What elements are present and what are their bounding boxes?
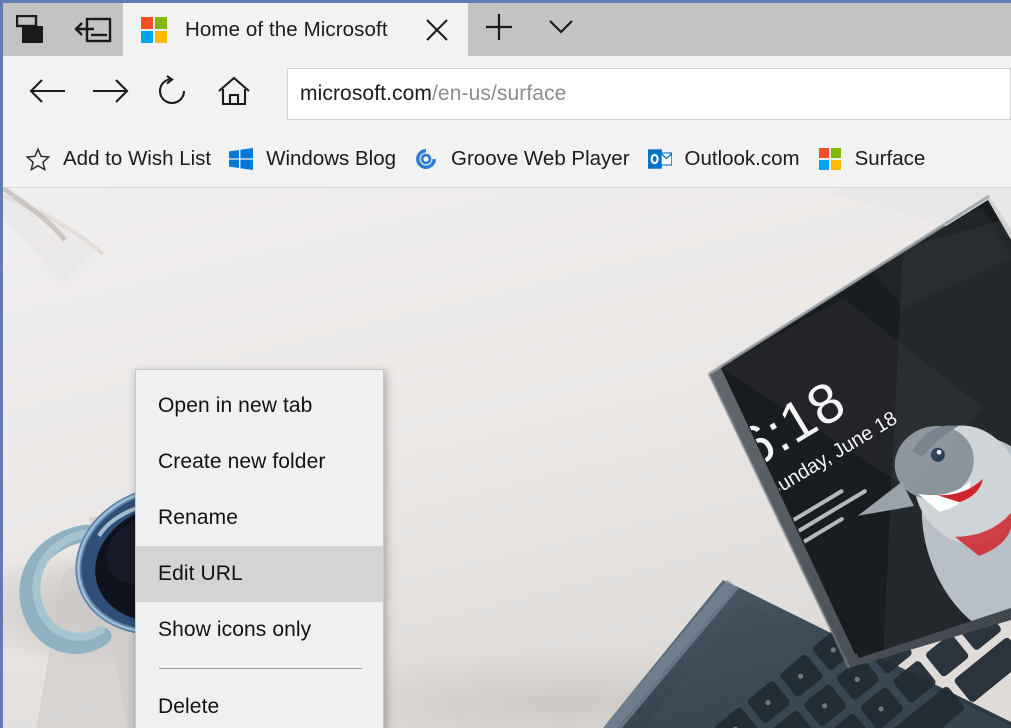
- context-menu-item-show-icons-only[interactable]: Show icons only: [136, 602, 383, 658]
- forward-button[interactable]: [79, 63, 141, 125]
- context-menu-item-label: Rename: [158, 506, 238, 529]
- context-menu-item-delete[interactable]: Delete: [136, 679, 383, 728]
- page-content-area[interactable]: 6:18 Sunday, June 18 Open in new tab Cre…: [3, 188, 1011, 728]
- home-button[interactable]: [203, 63, 265, 125]
- browser-window: Home of the Microsoft microsoft.com/en-u…: [0, 0, 1011, 728]
- arrow-left-icon: [28, 76, 68, 111]
- outlook-icon: [647, 147, 672, 171]
- groove-music-icon: [414, 147, 438, 171]
- refresh-icon: [155, 74, 189, 113]
- context-menu-item-rename[interactable]: Rename: [136, 490, 383, 546]
- chevron-down-icon: [546, 16, 576, 43]
- tab-title: Home of the Microsoft: [185, 17, 388, 41]
- favorites-bar: Add to Wish List Windows Blog Groove Web…: [3, 131, 1011, 188]
- home-icon: [217, 75, 251, 112]
- back-button[interactable]: [17, 63, 79, 125]
- set-aside-tabs-icon: [16, 14, 50, 45]
- tab-options-button[interactable]: [530, 3, 592, 56]
- context-menu-item-label: Delete: [158, 695, 220, 718]
- set-tabs-aside-button[interactable]: [63, 3, 123, 56]
- favorites-item-label: Windows Blog: [266, 147, 397, 170]
- context-menu-item-label: Edit URL: [158, 562, 243, 585]
- microsoft-logo-icon: [141, 16, 167, 43]
- browser-tab[interactable]: Home of the Microsoft: [123, 3, 468, 56]
- navigation-toolbar: microsoft.com/en-us/surface: [3, 56, 1011, 131]
- new-tab-button[interactable]: [468, 3, 530, 56]
- address-text: microsoft.com/en-us/surface: [300, 82, 566, 106]
- favorites-bar-item-add-to-wish-list[interactable]: Add to Wish List: [17, 139, 220, 179]
- windows-logo-icon: [229, 147, 254, 171]
- favorites-bar-item-surface[interactable]: Surface: [809, 139, 935, 179]
- context-menu-item-label: Show icons only: [158, 618, 312, 641]
- address-bar[interactable]: microsoft.com/en-us/surface: [287, 67, 1011, 120]
- star-outline-icon: [26, 146, 50, 171]
- favorites-item-label: Groove Web Player: [451, 147, 630, 170]
- arrow-right-icon: [90, 76, 130, 111]
- address-path: /en-us/surface: [432, 81, 567, 105]
- context-menu-item-open-in-new-tab[interactable]: Open in new tab: [136, 378, 383, 434]
- favorites-bar-item-outlook-com[interactable]: Outlook.com: [639, 139, 809, 179]
- favorites-bar-item-windows-blog[interactable]: Windows Blog: [220, 139, 405, 179]
- microsoft-logo-icon: [818, 147, 842, 171]
- favorites-item-label: Outlook.com: [684, 147, 800, 170]
- context-menu-item-create-new-folder[interactable]: Create new folder: [136, 434, 383, 490]
- context-menu-item-label: Open in new tab: [158, 394, 313, 417]
- context-menu-item-label: Create new folder: [158, 450, 326, 473]
- favorites-bar-item-groove-web-player[interactable]: Groove Web Player: [405, 139, 639, 179]
- context-menu-item-edit-url[interactable]: Edit URL: [136, 546, 383, 602]
- address-host: microsoft.com: [300, 81, 432, 105]
- show-set-aside-tabs-button[interactable]: [3, 3, 63, 56]
- tab-strip: Home of the Microsoft: [3, 3, 1011, 56]
- tab-strip-empty-area[interactable]: [592, 3, 1011, 56]
- close-tab-button[interactable]: [418, 11, 456, 49]
- plus-icon: [484, 12, 514, 47]
- context-menu-separator: [159, 668, 362, 669]
- favorites-context-menu: Open in new tab Create new folder Rename…: [135, 369, 384, 728]
- set-tabs-aside-icon: [74, 15, 112, 45]
- refresh-button[interactable]: [141, 63, 203, 125]
- favorites-item-label: Surface: [854, 147, 926, 170]
- favorites-item-label: Add to Wish List: [63, 147, 212, 170]
